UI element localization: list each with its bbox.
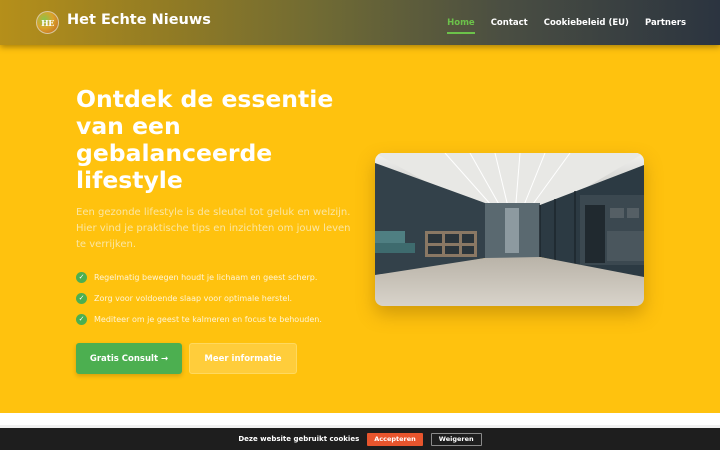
- benefit-text: Zorg voor voldoende slaap voor optimale …: [94, 294, 293, 303]
- cookie-decline-button[interactable]: Weigeren: [430, 432, 482, 446]
- list-item: ✓ Regelmatig bewegen houdt je lichaam en…: [76, 267, 322, 288]
- main-nav: Home Contact Cookiebeleid (EU) Partners: [447, 0, 686, 45]
- brand-name[interactable]: Het Echte Nieuws: [67, 12, 211, 28]
- nav-item-partners[interactable]: Partners: [645, 14, 686, 32]
- check-icon: ✓: [76, 272, 87, 283]
- check-icon: ✓: [76, 314, 87, 325]
- nav-item-contact[interactable]: Contact: [491, 14, 528, 32]
- benefit-text: Mediteer om je geest te kalmeren en focu…: [94, 315, 322, 324]
- cookie-accept-button[interactable]: Accepteren: [367, 432, 423, 446]
- logo-icon[interactable]: HE: [36, 11, 59, 34]
- check-icon: ✓: [76, 293, 87, 304]
- hero-image: [375, 153, 644, 306]
- benefit-text: Regelmatig bewegen houdt je lichaam en g…: [94, 273, 318, 282]
- free-consult-button[interactable]: Gratis Consult →: [76, 343, 182, 374]
- nav-item-cookiebeleid[interactable]: Cookiebeleid (EU): [544, 14, 629, 32]
- content-divider: [0, 413, 720, 425]
- list-item: ✓ Mediteer om je geest te kalmeren en fo…: [76, 309, 322, 330]
- site-header: HE Het Echte Nieuws Home Contact Cookieb…: [0, 0, 720, 45]
- logo-text: HE: [41, 17, 54, 28]
- benefit-list: ✓ Regelmatig bewegen houdt je lichaam en…: [76, 267, 322, 330]
- list-item: ✓ Zorg voor voldoende slaap voor optimal…: [76, 288, 322, 309]
- cookie-message: Deze website gebruikt cookies: [238, 435, 360, 443]
- nav-item-home[interactable]: Home: [447, 14, 475, 34]
- hero-title: Ontdek de essentie van een gebalanceerde…: [76, 85, 334, 194]
- cookie-banner: Deze website gebruikt cookies Accepteren…: [0, 428, 720, 450]
- hero-subtitle: Een gezonde lifestyle is de sleutel tot …: [76, 207, 351, 250]
- more-info-button[interactable]: Meer informatie: [189, 343, 297, 374]
